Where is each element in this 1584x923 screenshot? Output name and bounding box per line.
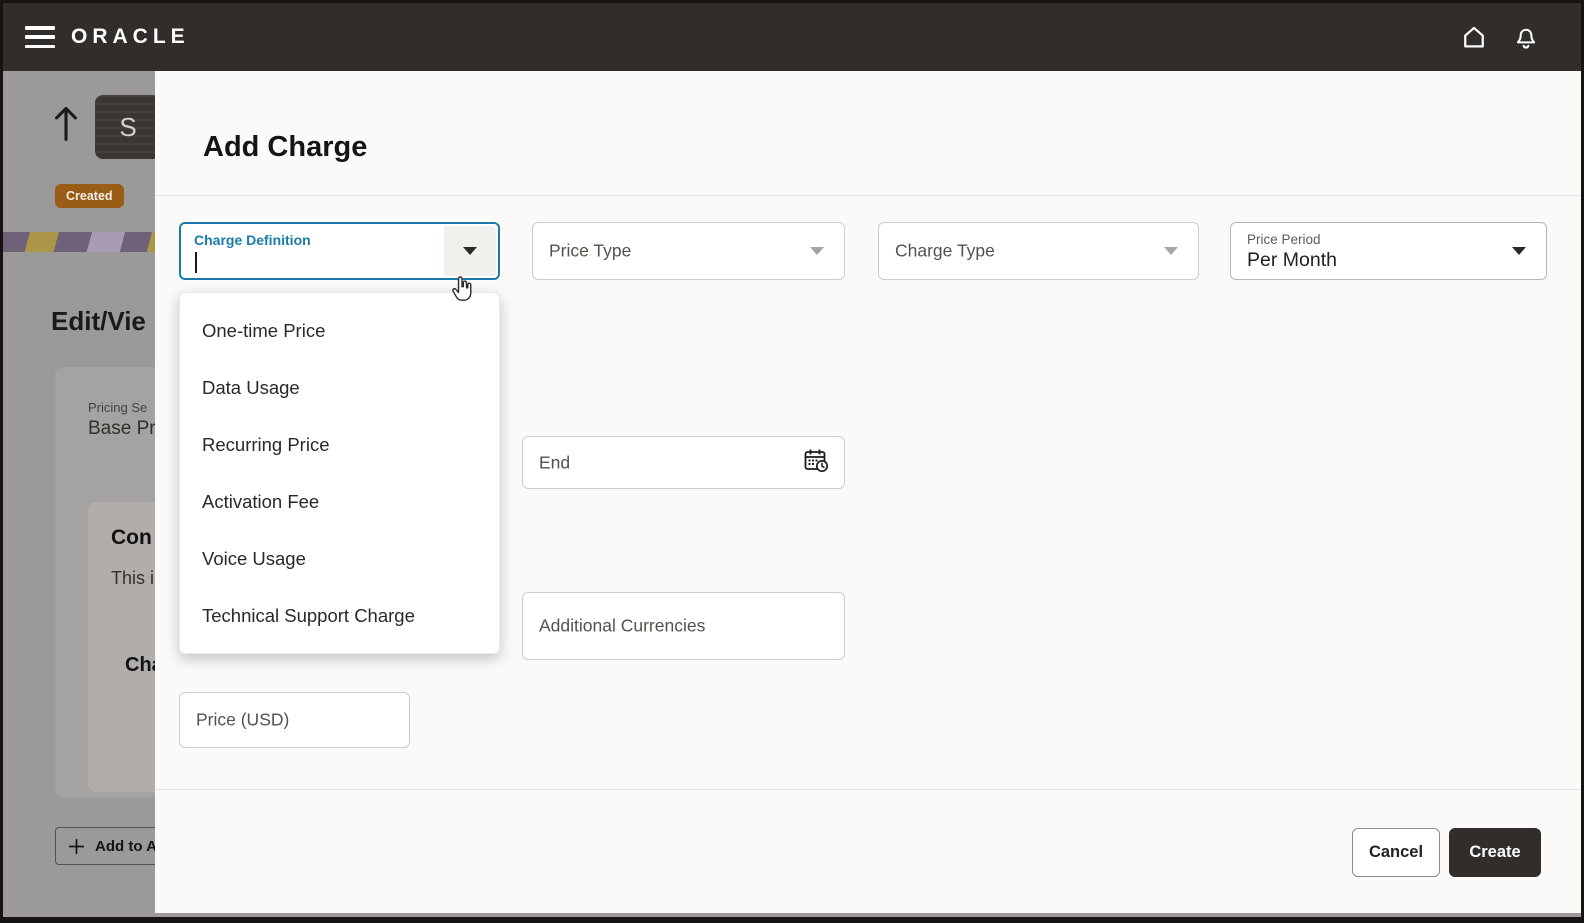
pricing-set-value: Base Pri: [88, 418, 155, 439]
add-to-button[interactable]: Add to A: [55, 827, 155, 865]
price-type-field[interactable]: Price Type: [532, 222, 845, 280]
screenshot-frame: ORACLE S Created Edit/Vie Pricing Se Bas…: [0, 0, 1584, 923]
cancel-button[interactable]: Cancel: [1352, 828, 1440, 877]
dialog-title: Add Charge: [203, 131, 368, 163]
additional-currencies-field[interactable]: Additional Currencies: [522, 592, 845, 660]
dropdown-option[interactable]: Technical Support Charge: [180, 587, 499, 644]
add-charge-dialog: Add Charge Charge Definition Price Type …: [155, 71, 1581, 913]
topbar-actions: [1459, 22, 1541, 52]
price-usd-label: Price (USD): [196, 709, 290, 730]
card-subheading: Cha: [125, 654, 155, 676]
charge-type-label: Charge Type: [895, 240, 995, 261]
end-date-field[interactable]: End: [522, 436, 845, 489]
card-heading: Con: [111, 526, 152, 549]
pricing-panel: Pricing Se Base Pri Con This i Cha: [55, 367, 155, 797]
dropdown-option[interactable]: Data Usage: [180, 359, 499, 416]
add-to-button-label: Add to A: [95, 837, 155, 855]
price-type-label: Price Type: [549, 240, 632, 261]
price-usd-field[interactable]: Price (USD): [179, 692, 410, 748]
chevron-down-icon: [463, 247, 477, 255]
decorative-banner: [3, 232, 155, 252]
app-window: ORACLE S Created Edit/Vie Pricing Se Bas…: [3, 3, 1581, 917]
pricing-set-label: Pricing Se: [88, 400, 148, 415]
text-caret: [195, 252, 197, 273]
calendar-clock-icon[interactable]: [802, 446, 830, 479]
thumbnail-letter: S: [119, 111, 137, 142]
dimmed-background-page: S Created Edit/Vie Pricing Se Base Pri C…: [3, 71, 155, 917]
status-badge: Created: [55, 184, 124, 208]
footer-divider: [155, 789, 1581, 790]
pricing-inner-card: Con This i Cha: [88, 502, 155, 792]
dropdown-option[interactable]: One-time Price: [180, 302, 499, 359]
scroll-to-top-icon[interactable]: [51, 103, 81, 148]
product-thumbnail[interactable]: S: [95, 95, 155, 159]
dropdown-option[interactable]: Recurring Price: [180, 416, 499, 473]
additional-currencies-label: Additional Currencies: [539, 615, 706, 636]
charge-definition-dropdown-list: One-time Price Data Usage Recurring Pric…: [179, 292, 500, 654]
charge-definition-dropdown-button[interactable]: [444, 226, 496, 276]
charge-definition-label: Charge Definition: [194, 232, 311, 248]
menu-icon[interactable]: [25, 26, 55, 48]
top-app-bar: ORACLE: [3, 3, 1581, 71]
end-date-label: End: [539, 452, 571, 472]
chevron-down-icon: [1512, 247, 1526, 255]
dropdown-option[interactable]: Voice Usage: [180, 530, 499, 587]
create-button[interactable]: Create: [1449, 828, 1541, 877]
charge-type-field[interactable]: Charge Type: [878, 222, 1199, 280]
cursor-pointer-icon: [448, 274, 476, 309]
card-body-text: This i: [111, 568, 155, 588]
chevron-down-icon: [1164, 247, 1178, 255]
dropdown-option[interactable]: Activation Fee: [180, 473, 499, 530]
page-title: Edit/Vie: [51, 306, 146, 336]
charge-definition-field[interactable]: Charge Definition: [179, 222, 500, 280]
price-period-value: Per Month: [1247, 249, 1337, 271]
chevron-down-icon: [810, 247, 824, 255]
price-period-label: Price Period: [1247, 232, 1321, 247]
price-period-field[interactable]: Price Period Per Month: [1230, 222, 1547, 280]
notifications-bell-icon[interactable]: [1511, 22, 1541, 52]
home-icon[interactable]: [1459, 22, 1489, 52]
oracle-logo: ORACLE: [71, 25, 190, 48]
header-divider: [155, 195, 1581, 196]
plus-icon: [69, 838, 84, 854]
